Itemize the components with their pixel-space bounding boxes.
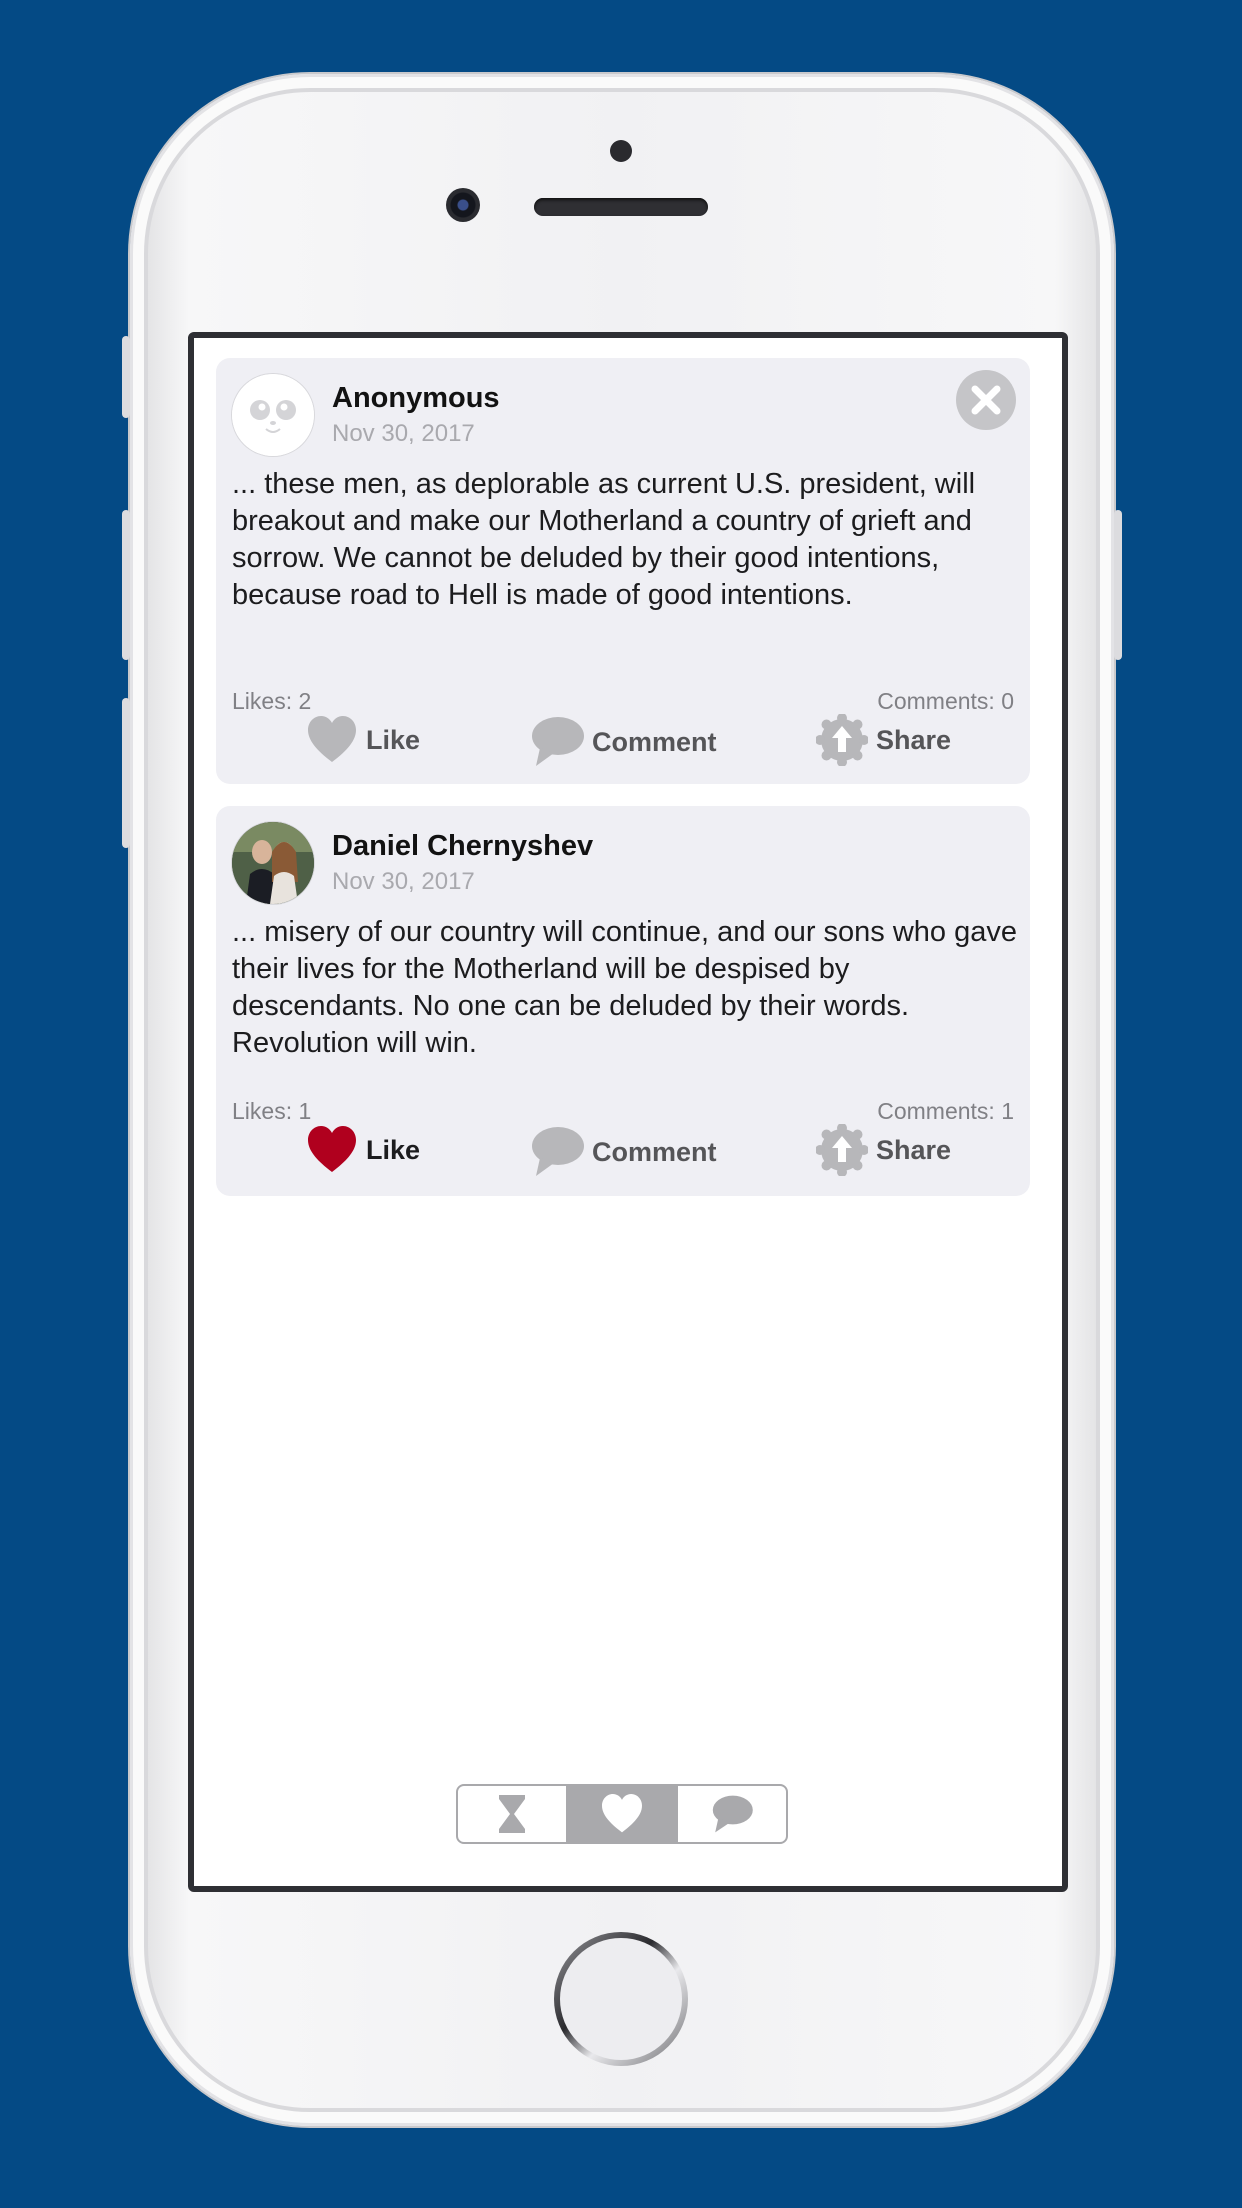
like-label: Like [366, 724, 421, 755]
comment-label: Comment [592, 1136, 717, 1167]
heart-icon [602, 1794, 642, 1833]
post-author[interactable]: Anonymous [332, 382, 500, 415]
share-badge-icon [816, 1124, 868, 1176]
front-camera [446, 188, 480, 222]
comment-button[interactable]: Comment [530, 1126, 717, 1178]
post-text: ... these men, as deplorable as current … [232, 468, 976, 611]
mute-switch [122, 336, 130, 418]
tab-recent[interactable] [458, 1786, 568, 1842]
share-button[interactable]: Share [816, 1124, 951, 1176]
volume-down-button [122, 698, 130, 848]
power-button [1114, 510, 1122, 660]
like-label: Like [366, 1134, 421, 1165]
hourglass-icon [499, 1795, 525, 1833]
earpiece-speaker [534, 198, 708, 216]
comment-button[interactable]: Comment [530, 716, 717, 768]
close-button[interactable] [956, 370, 1016, 430]
likes-count: Likes: 1 [232, 1098, 312, 1124]
app-screen: Anonymous Nov 30, 2017 ... these men, as… [188, 332, 1068, 1892]
proximity-sensor [610, 140, 632, 162]
post-author[interactable]: Daniel Chernyshev [332, 830, 593, 863]
anonymous-avatar[interactable] [232, 374, 314, 456]
heart-icon [308, 716, 356, 762]
comments-count: Comments: 0 [877, 688, 1014, 714]
comments-count: Comments: 1 [877, 1098, 1014, 1124]
post-text: ... misery of our country will continue,… [232, 916, 1017, 1059]
speech-bubble-icon [532, 717, 584, 766]
tab-favorites[interactable] [568, 1786, 678, 1842]
heart-icon [308, 1126, 356, 1172]
share-label: Share [876, 724, 952, 755]
speech-bubble-icon [532, 1127, 584, 1176]
like-button[interactable]: Like [306, 714, 420, 766]
tab-comments[interactable] [678, 1786, 786, 1842]
post-card: Anonymous Nov 30, 2017 ... these men, as… [216, 358, 1030, 784]
post-date: Nov 30, 2017 [332, 420, 475, 447]
like-button[interactable]: Like [306, 1124, 420, 1176]
likes-count: Likes: 2 [232, 688, 312, 714]
user-avatar[interactable] [232, 822, 314, 904]
share-label: Share [876, 1134, 952, 1165]
volume-up-button [122, 510, 130, 660]
post-card: Daniel Chernyshev Nov 30, 2017 ... miser… [216, 806, 1030, 1196]
share-button[interactable]: Share [816, 714, 951, 766]
home-button[interactable] [554, 1932, 688, 2066]
segmented-tab-bar [456, 1784, 788, 1844]
comment-label: Comment [592, 726, 717, 757]
close-icon [971, 385, 1001, 415]
post-date: Nov 30, 2017 [332, 868, 475, 895]
speech-bubble-icon [712, 1795, 753, 1833]
share-badge-icon [816, 714, 868, 766]
